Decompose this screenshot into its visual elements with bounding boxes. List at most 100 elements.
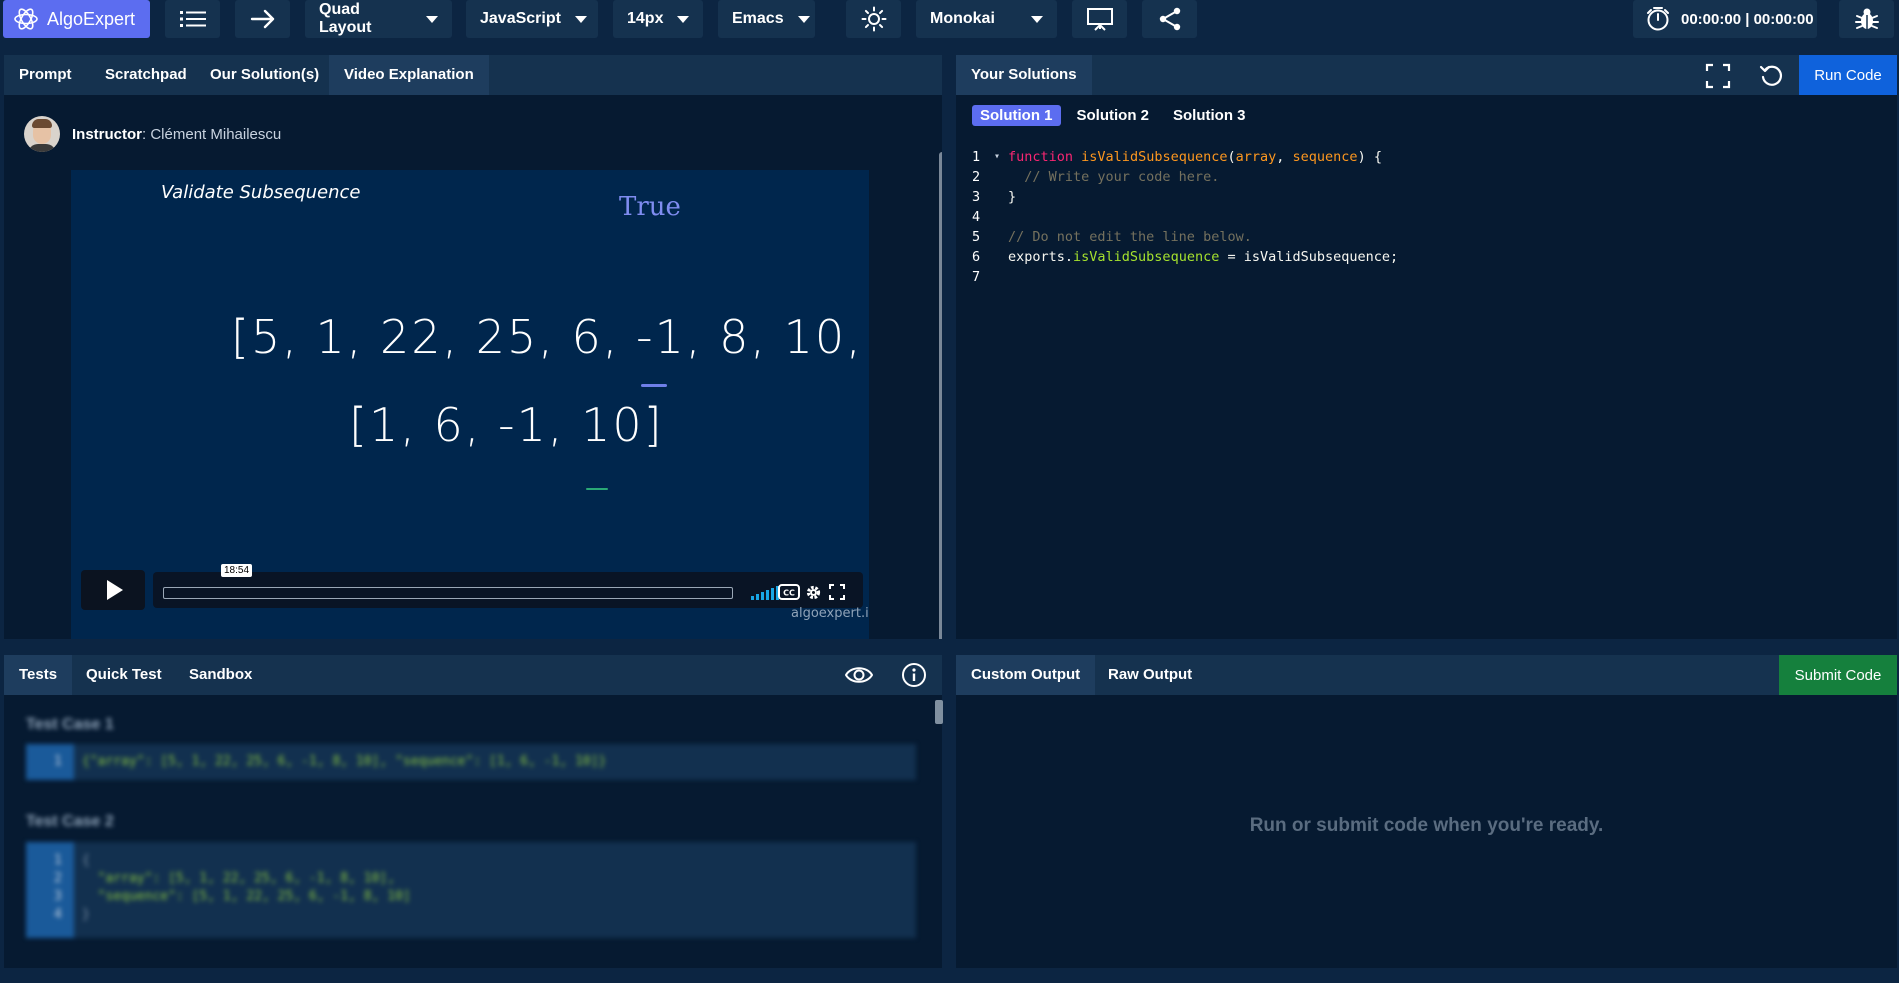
test-case-title[interactable]: Test Case 2 <box>26 813 114 831</box>
timer-value: 00:00:00 | 00:00:00 <box>1681 10 1814 28</box>
code-editor[interactable]: 1 ▾ function isValidSubsequence(array, se… <box>972 147 1398 287</box>
tab-prompt[interactable]: Prompt <box>4 55 87 95</box>
share-button[interactable] <box>1142 0 1197 38</box>
tab-custom-output[interactable]: Custom Output <box>956 655 1096 695</box>
code-line: 3} <box>972 189 1017 205</box>
scrollbar[interactable] <box>939 152 942 639</box>
prompt-panel: Prompt Scratchpad Our Solution(s) Video … <box>4 55 942 639</box>
info-icon[interactable] <box>901 662 927 688</box>
eye-icon[interactable] <box>845 664 873 686</box>
video-control-bar: 18:54 CC <box>153 564 863 608</box>
top-toolbar: AlgoExpert Quad Layout JavaScript 14px E… <box>0 0 1899 40</box>
test-case-title[interactable]: Test Case 1 <box>26 716 114 734</box>
instructor-name: : Clément Mihailescu <box>142 125 282 143</box>
sun-icon <box>861 6 886 32</box>
code-line: 6 exports. isValidSubsequence = isValidSub… <box>972 249 1399 265</box>
instructor-info: Instructor : Clément Mihailescu <box>24 116 281 152</box>
chevron-down-icon <box>426 15 438 23</box>
play-icon <box>107 580 123 600</box>
tests-panel: Tests Quick Test Sandbox Test Case 1 1 {"… <box>4 655 942 968</box>
avatar <box>24 116 60 152</box>
share-icon <box>1159 7 1180 31</box>
chevron-down-icon <box>574 15 587 23</box>
expand-icon[interactable] <box>1705 63 1731 89</box>
keybinding-dropdown[interactable]: Emacs <box>718 0 815 38</box>
fullscreen-icon[interactable] <box>829 584 845 600</box>
stopwatch-icon <box>1647 7 1669 31</box>
video-annotation: True <box>619 192 681 222</box>
code-line: 1 ▾ function isValidSubsequence(array, se… <box>972 149 1382 165</box>
play-button[interactable] <box>81 570 145 610</box>
video-array-text: [5, 1, 22, 25, 6, -1, 8, 10, 11,7] <box>231 310 869 364</box>
tab-raw-output[interactable]: Raw Output <box>1093 655 1207 695</box>
video-controls: 18:54 CC <box>81 564 863 612</box>
language-value: JavaScript <box>480 10 561 27</box>
tab-solution-3[interactable]: Solution 3 <box>1165 105 1254 126</box>
volume-icon[interactable] <box>751 586 779 600</box>
tab-tests[interactable]: Tests <box>4 655 73 695</box>
arrow-right-icon <box>250 9 274 29</box>
keybinding-value: Emacs <box>732 10 784 27</box>
solutions-tabbar: Your Solutions Run Code <box>956 55 1897 95</box>
test-case-code[interactable]: 1 {"array": [5, 1, 22, 25, 6, -1, 8, 10],… <box>26 744 916 780</box>
next-question-button[interactable] <box>235 0 290 38</box>
font-size-value: 14px <box>627 10 664 27</box>
tab-scratchpad[interactable]: Scratchpad <box>90 55 202 95</box>
report-bug-button[interactable] <box>1839 0 1894 38</box>
solution-tabs: Solution 1 Solution 2 Solution 3 <box>972 105 1254 126</box>
atom-icon <box>14 8 38 30</box>
run-code-button[interactable]: Run Code <box>1799 55 1897 95</box>
font-size-dropdown[interactable]: 14px <box>613 0 703 38</box>
video-player[interactable]: Validate Subsequence True [5, 1, 22, 25,… <box>71 170 869 639</box>
svg-text:CC: CC <box>783 589 795 598</box>
instructor-label: Instructor <box>72 125 143 143</box>
submit-code-button[interactable]: Submit Code <box>1779 655 1897 695</box>
video-progress-bar[interactable] <box>163 587 733 599</box>
list-icon <box>179 11 206 27</box>
present-button[interactable] <box>1072 0 1127 38</box>
theme-value: Monokai <box>930 10 995 27</box>
brand-logo[interactable]: AlgoExpert <box>3 0 150 38</box>
tab-video-explanation[interactable]: Video Explanation <box>329 55 489 95</box>
tab-sandbox[interactable]: Sandbox <box>174 655 267 695</box>
brand-name: AlgoExpert <box>47 8 136 29</box>
prompt-tabbar: Prompt Scratchpad Our Solution(s) Video … <box>4 55 942 95</box>
theme-dropdown[interactable]: Monokai <box>916 0 1057 38</box>
video-underline <box>586 488 608 490</box>
output-placeholder: Run or submit code when you're ready. <box>1249 815 1604 836</box>
video-timestamp: 18:54 <box>221 564 253 577</box>
reset-icon[interactable] <box>1759 63 1785 89</box>
video-sequence-text: [1, 6, -1, 10] <box>349 398 664 452</box>
bug-icon <box>1854 8 1879 29</box>
menu-button[interactable] <box>165 0 220 38</box>
captions-icon[interactable]: CC <box>778 584 800 600</box>
chevron-down-icon <box>797 15 810 23</box>
code-line: 2 // Write your code here. <box>972 169 1220 185</box>
layout-dropdown[interactable]: Quad Layout <box>305 0 452 38</box>
test-case-code[interactable]: 1{ 2 "array": [5, 1, 22, 25, 6, -1, 8, 1… <box>26 842 916 938</box>
video-watermark: algoexpert.io <box>791 606 869 621</box>
code-line: 5// Do not edit the line below. <box>972 229 1252 245</box>
video-title: Validate Subsequence <box>161 182 361 203</box>
output-panel: Custom Output Raw Output Submit Code Run… <box>956 655 1897 968</box>
tab-solution-1[interactable]: Solution 1 <box>972 105 1061 126</box>
solutions-panel: Your Solutions Run Code Solution 1 Solut… <box>956 55 1897 639</box>
tab-solution-2[interactable]: Solution 2 <box>1069 105 1158 126</box>
presentation-icon <box>1086 8 1113 31</box>
settings-gear-icon[interactable] <box>805 584 822 601</box>
scrollbar[interactable] <box>935 700 943 724</box>
tab-our-solutions[interactable]: Our Solution(s) <box>195 55 334 95</box>
chevron-down-icon <box>1031 15 1043 23</box>
chevron-down-icon <box>677 15 690 23</box>
theme-toggle-button[interactable] <box>846 0 901 38</box>
video-underline <box>641 384 667 387</box>
code-line: 7 <box>972 269 981 285</box>
test-cases: Test Case 1 1 {"array": [5, 1, 22, 25, 6,… <box>4 705 942 968</box>
tab-quick-test[interactable]: Quick Test <box>71 655 177 695</box>
language-dropdown[interactable]: JavaScript <box>466 0 598 38</box>
tests-tabbar: Tests Quick Test Sandbox <box>4 655 942 695</box>
layout-value: Quad Layout <box>319 1 372 36</box>
code-line: 4 <box>972 209 981 225</box>
timer[interactable]: 00:00:00 | 00:00:00 <box>1633 0 1817 38</box>
tab-your-solutions[interactable]: Your Solutions <box>956 55 1092 95</box>
